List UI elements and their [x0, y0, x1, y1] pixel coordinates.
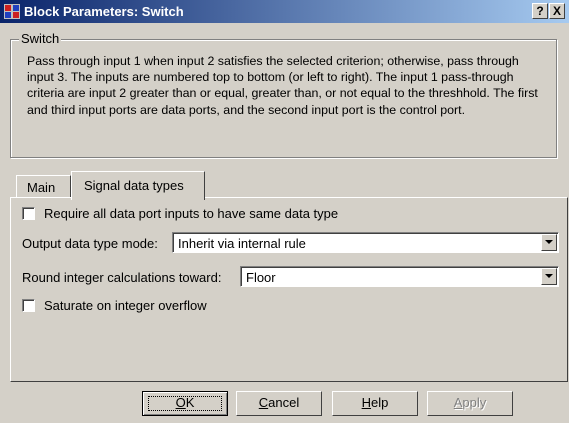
cancel-label-rest: ancel	[268, 395, 300, 410]
chevron-down-icon	[545, 240, 553, 244]
output-mode-dropdown-button[interactable]	[541, 234, 557, 251]
require-same-type-checkbox[interactable]	[22, 207, 35, 220]
saturate-checkbox[interactable]	[22, 299, 35, 312]
switch-groupbox: Switch Pass through input 1 when input 2…	[10, 31, 557, 158]
tab-signal-data-types[interactable]: Signal data types	[71, 171, 205, 200]
title-bar: Block Parameters: Switch ? X	[0, 0, 569, 23]
simulink-icon	[4, 4, 20, 19]
output-mode-label: Output data type mode:	[22, 236, 158, 251]
round-toward-dropdown-button[interactable]	[541, 268, 557, 285]
ok-button[interactable]: OK	[142, 391, 228, 416]
require-same-type-label: Require all data port inputs to have sam…	[44, 206, 339, 221]
close-button[interactable]: X	[549, 3, 565, 19]
window-title: Block Parameters: Switch	[24, 4, 184, 19]
round-toward-label: Round integer calculations toward:	[22, 270, 222, 285]
output-mode-select[interactable]: Inherit via internal rule	[172, 232, 559, 253]
help-title-button[interactable]: ?	[532, 3, 548, 19]
tab-main[interactable]: Main	[16, 175, 71, 198]
apply-label-rest: pply	[462, 395, 487, 410]
apply-button[interactable]: Apply	[427, 391, 513, 416]
focus-rectangle	[148, 396, 222, 411]
block-description: Pass through input 1 when input 2 satisf…	[27, 54, 538, 117]
tab-panel	[10, 197, 568, 382]
help-mnemonic: H	[361, 395, 372, 410]
chevron-down-icon	[545, 274, 553, 278]
help-button[interactable]: Help	[332, 391, 418, 416]
output-mode-value: Inherit via internal rule	[178, 236, 306, 251]
cancel-button[interactable]: Cancel	[236, 391, 322, 416]
round-toward-value: Floor	[246, 270, 276, 285]
group-label: Switch	[19, 31, 62, 46]
round-toward-select[interactable]: Floor	[240, 266, 559, 287]
saturate-label: Saturate on integer overflow	[44, 298, 207, 313]
cancel-mnemonic: C	[258, 395, 269, 410]
help-label-rest: elp	[371, 395, 389, 410]
